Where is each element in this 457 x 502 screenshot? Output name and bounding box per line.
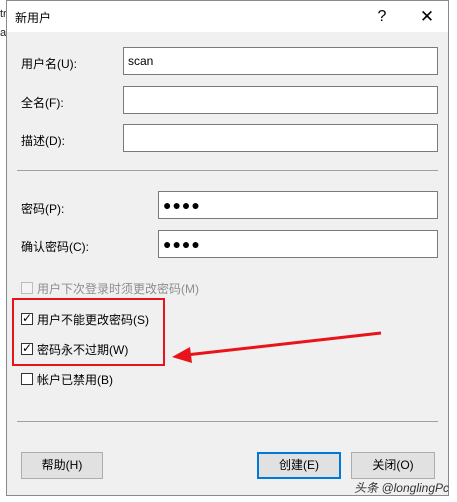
watermark: 头条 @longlingPc — [354, 481, 449, 495]
annotation-arrow-icon — [172, 331, 382, 363]
